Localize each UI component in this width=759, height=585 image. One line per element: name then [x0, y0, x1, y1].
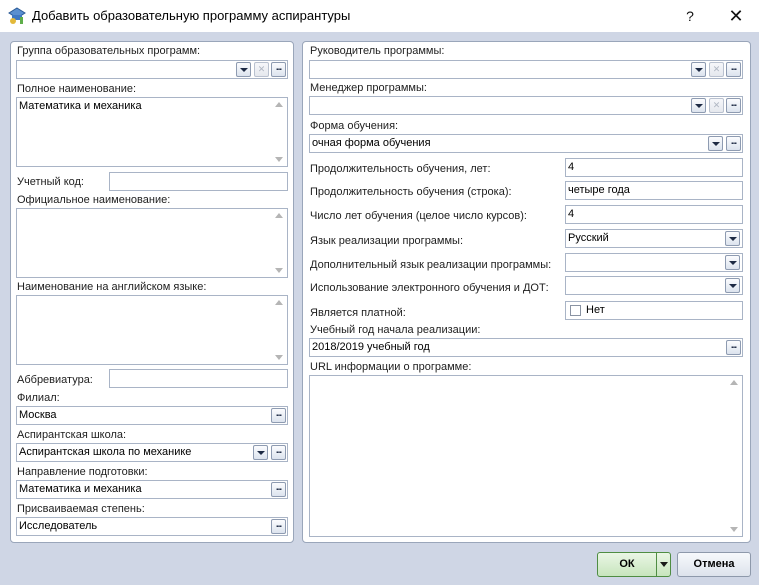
- title-bar: Добавить образовательную программу аспир…: [0, 0, 759, 32]
- start-year-label: Учебный год начала реализации:: [310, 324, 481, 336]
- account-code-input[interactable]: [109, 172, 288, 191]
- scrollbar[interactable]: [271, 209, 287, 277]
- ellipsis-icon[interactable]: ...: [726, 98, 741, 113]
- ellipsis-icon[interactable]: ...: [271, 445, 286, 460]
- paid-checkbox-field[interactable]: Нет: [565, 301, 743, 320]
- dropdown-arrow-icon[interactable]: [236, 62, 251, 77]
- right-panel: Руководитель программы: ✕ ... Менеджер п…: [302, 41, 751, 543]
- ellipsis-icon[interactable]: ...: [271, 408, 286, 423]
- dropdown-arrow-icon[interactable]: [725, 255, 740, 270]
- manager-select[interactable]: ✕ ...: [309, 96, 743, 115]
- school-label: Аспирантская школа:: [17, 429, 127, 441]
- dropdown-arrow-icon[interactable]: [725, 278, 740, 293]
- extra-language-label: Дополнительный язык реализации программы…: [310, 259, 552, 271]
- url-field[interactable]: [309, 375, 743, 537]
- paid-label: Является платной:: [310, 307, 406, 319]
- head-select[interactable]: ✕ ...: [309, 60, 743, 79]
- manager-label: Менеджер программы:: [310, 82, 427, 94]
- dropdown-arrow-icon[interactable]: [691, 62, 706, 77]
- head-label: Руководитель программы:: [310, 45, 445, 57]
- official-name-field[interactable]: [16, 208, 288, 278]
- scrollbar[interactable]: [726, 376, 742, 536]
- elearning-label: Использование электронного обучения и ДО…: [310, 282, 549, 294]
- duration-text-label: Продолжительность обучения (строка):: [310, 186, 512, 198]
- duration-text-input[interactable]: четыре года: [565, 181, 743, 200]
- dropdown-arrow-icon[interactable]: [708, 136, 723, 151]
- ellipsis-icon[interactable]: ...: [271, 482, 286, 497]
- years-count-label: Число лет обучения (целое число курсов):: [310, 210, 527, 222]
- group-label: Группа образовательных программ:: [17, 45, 201, 57]
- ok-button[interactable]: ОК: [597, 552, 671, 577]
- ellipsis-icon[interactable]: ...: [726, 62, 741, 77]
- ellipsis-icon[interactable]: ...: [271, 62, 286, 77]
- degree-select[interactable]: Исследователь ...: [16, 517, 288, 536]
- chevron-down-icon[interactable]: [660, 562, 668, 567]
- school-select[interactable]: Аспирантская школа по механике ...: [16, 443, 288, 462]
- abbreviation-input[interactable]: [109, 369, 288, 388]
- url-label: URL информации о программе:: [310, 361, 472, 373]
- full-name-label: Полное наименование:: [17, 83, 137, 95]
- direction-select[interactable]: Математика и механика ...: [16, 480, 288, 499]
- window-title: Добавить образовательную программу аспир…: [32, 8, 351, 23]
- left-panel: Группа образовательных программ: ✕ ... П…: [10, 41, 294, 543]
- ellipsis-icon[interactable]: ...: [271, 519, 286, 534]
- elearning-select[interactable]: [565, 276, 743, 295]
- language-select[interactable]: Русский: [565, 229, 743, 248]
- duration-years-input[interactable]: 4: [565, 158, 743, 177]
- years-count-input[interactable]: 4: [565, 205, 743, 224]
- start-year-select[interactable]: 2018/2019 учебный год ...: [309, 338, 743, 357]
- cancel-button[interactable]: Отмена: [677, 552, 751, 577]
- dropdown-arrow-icon[interactable]: [253, 445, 268, 460]
- clear-icon: ✕: [709, 98, 724, 113]
- close-button[interactable]: ✕: [722, 4, 750, 28]
- scrollbar[interactable]: [271, 98, 287, 166]
- official-name-label: Официальное наименование:: [17, 194, 171, 206]
- scrollbar[interactable]: [271, 296, 287, 364]
- language-label: Язык реализации программы:: [310, 235, 464, 247]
- direction-label: Направление подготовки:: [17, 466, 148, 478]
- app-icon: [8, 7, 26, 25]
- abbreviation-label: Аббревиатура:: [17, 374, 93, 386]
- paid-checkbox[interactable]: [570, 305, 581, 316]
- ellipsis-icon[interactable]: ...: [726, 136, 741, 151]
- english-name-label: Наименование на английском языке:: [17, 281, 207, 293]
- branch-select[interactable]: Москва ...: [16, 406, 288, 425]
- dropdown-arrow-icon[interactable]: [691, 98, 706, 113]
- group-select[interactable]: ✕ ...: [16, 60, 288, 79]
- form-select[interactable]: очная форма обучения ...: [309, 134, 743, 153]
- extra-language-select[interactable]: [565, 253, 743, 272]
- dialog-body: Группа образовательных программ: ✕ ... П…: [0, 32, 759, 585]
- dropdown-arrow-icon[interactable]: [725, 231, 740, 246]
- english-name-field[interactable]: [16, 295, 288, 365]
- form-label: Форма обучения:: [310, 120, 399, 132]
- paid-checkbox-label: Нет: [586, 304, 605, 316]
- clear-icon: ✕: [709, 62, 724, 77]
- duration-years-label: Продолжительность обучения, лет:: [310, 163, 491, 175]
- branch-label: Филиал:: [17, 392, 60, 404]
- full-name-field[interactable]: Математика и механика: [16, 97, 288, 167]
- account-code-label: Учетный код:: [17, 176, 84, 188]
- degree-label: Присваиваемая степень:: [17, 503, 145, 515]
- ellipsis-icon[interactable]: ...: [726, 340, 741, 355]
- help-button[interactable]: ?: [676, 4, 704, 28]
- clear-icon: ✕: [254, 62, 269, 77]
